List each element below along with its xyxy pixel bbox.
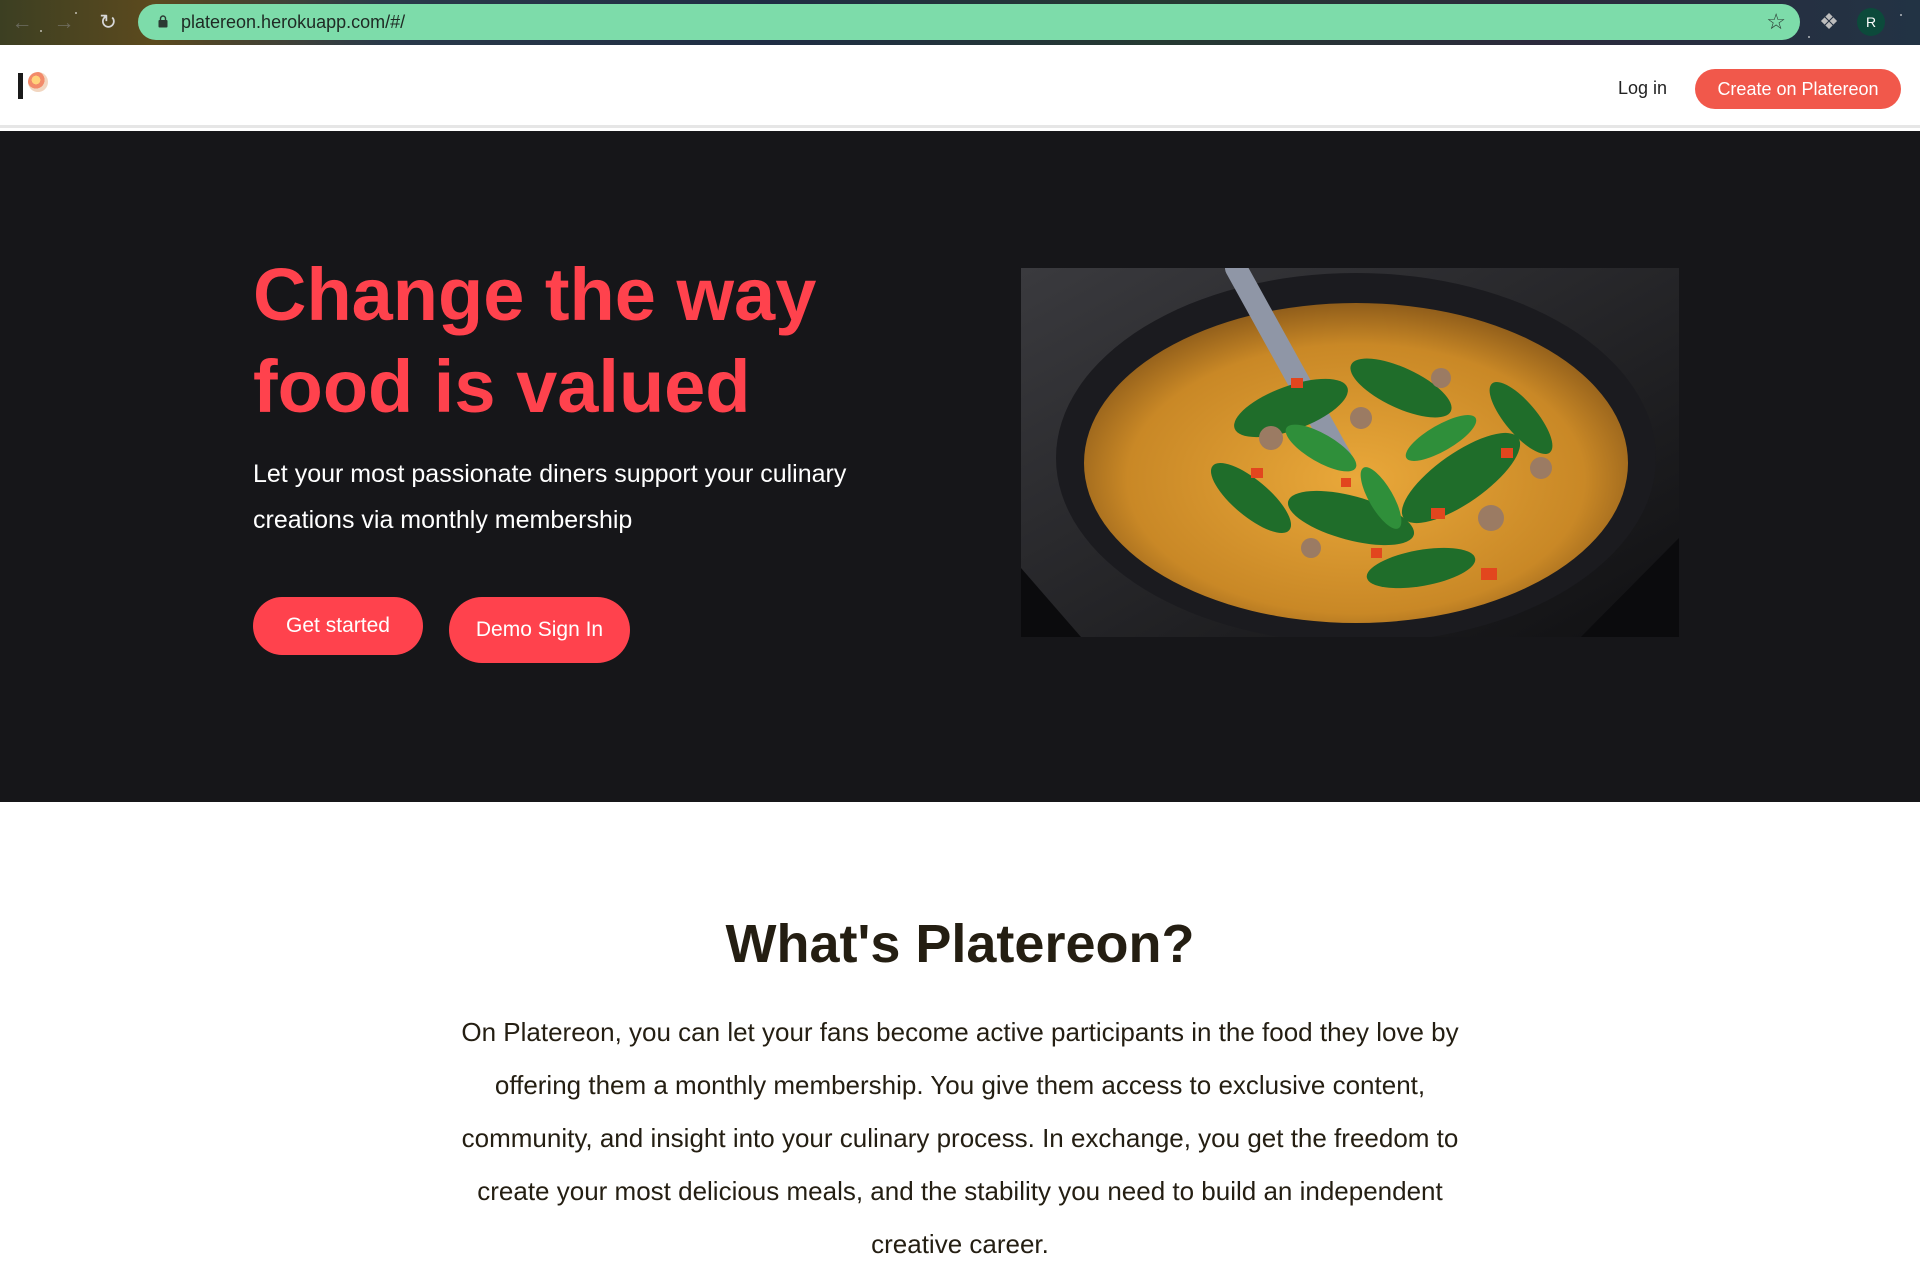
demo-sign-in-button[interactable]: Demo Sign In — [449, 597, 630, 663]
get-started-button[interactable]: Get started — [253, 597, 423, 655]
hero-section: Change the way food is valued Let your m… — [0, 131, 1920, 802]
hero-title-line: food is valued — [253, 345, 751, 428]
hero-title-line: Change the way — [253, 253, 817, 336]
hero-subtitle-line: creations via monthly membership — [253, 506, 633, 534]
about-body-line: creative career. — [871, 1229, 1049, 1259]
about-body-line: community, and insight into your culinar… — [461, 1123, 1459, 1153]
arrow-left-icon[interactable]: ← — [8, 9, 36, 37]
hero-subtitle: Let your most passionate diners support … — [253, 451, 903, 543]
about-body: On Platereon, you can let your fans beco… — [444, 1006, 1476, 1271]
platereon-logo[interactable] — [16, 69, 52, 101]
url-text[interactable]: platereon.herokuapp.com/#/ — [181, 4, 405, 40]
background-speck — [1900, 14, 1902, 16]
about-body-line: On Platereon, you can let your fans beco… — [461, 1017, 1459, 1047]
hero-subtitle-line: Let your most passionate diners support … — [253, 460, 847, 488]
logo-bar — [18, 73, 23, 99]
about-title: What's Platereon? — [725, 914, 1195, 974]
browser-toolbar: ← → ↻ platereon.herokuapp.com/#/ ☆ ❖ R — [0, 0, 1920, 45]
about-body-line: offering them a monthly membership. You … — [494, 1070, 1426, 1100]
login-link[interactable]: Log in — [1618, 78, 1667, 99]
arrow-right-icon[interactable]: → — [50, 9, 78, 37]
background-speck — [1808, 36, 1810, 38]
lock-icon — [158, 15, 168, 28]
logo-plate-icon — [28, 72, 48, 92]
star-icon[interactable]: ☆ — [1766, 9, 1786, 35]
puzzle-icon[interactable]: ❖ — [1816, 9, 1842, 35]
address-bar[interactable]: platereon.herokuapp.com/#/ ☆ — [138, 4, 1800, 40]
hero-food-image — [1021, 268, 1679, 637]
profile-avatar[interactable]: R — [1857, 8, 1885, 36]
hero-title: Change the way food is valued — [253, 249, 913, 433]
site-header: Log in Create on Platereon — [0, 45, 1920, 128]
reload-icon[interactable]: ↻ — [94, 9, 122, 37]
background-speck — [40, 30, 42, 32]
about-body-line: create your most delicious meals, and th… — [477, 1176, 1443, 1206]
create-on-platereon-button[interactable]: Create on Platereon — [1695, 69, 1901, 109]
skillet-food-illustration — [1021, 268, 1679, 637]
